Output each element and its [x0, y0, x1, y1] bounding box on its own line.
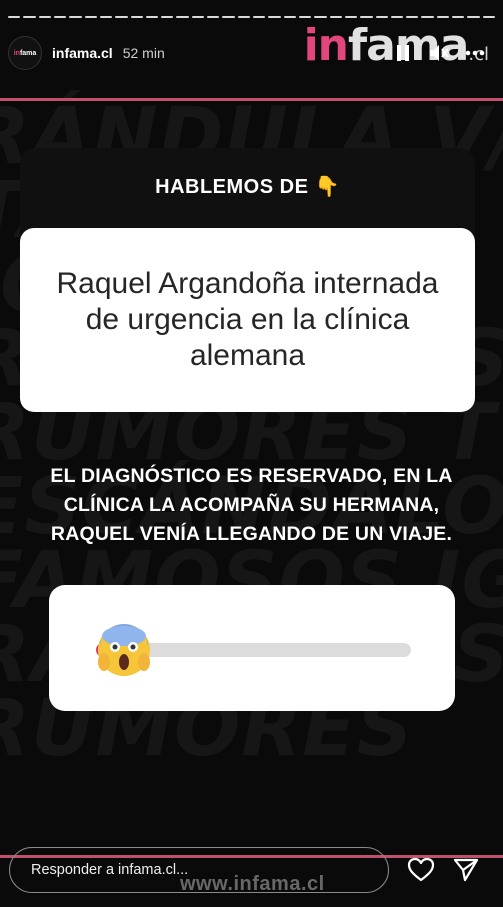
- progress-segment: [314, 16, 327, 18]
- mute-icon[interactable]: [429, 43, 449, 63]
- progress-segment: [53, 16, 67, 18]
- progress-segment: [176, 16, 189, 18]
- progress-segment: [298, 16, 312, 18]
- more-icon[interactable]: [465, 43, 485, 63]
- top-divider: [0, 98, 503, 101]
- post-time: 52 min: [122, 45, 165, 61]
- progress-segment: [344, 16, 358, 18]
- emoji-slider-thumb[interactable]: 😱: [96, 622, 152, 678]
- progress-segment: [99, 16, 113, 18]
- progress-segment: [452, 16, 465, 18]
- progress-segment: [360, 16, 373, 18]
- progress-segment: [207, 16, 220, 18]
- progress-segment: [8, 16, 21, 18]
- emoji-slider-card: 😱: [49, 585, 455, 711]
- avatar[interactable]: in fama: [8, 36, 42, 70]
- question-card-text: Raquel Argandoña internada de urgencia e…: [56, 267, 439, 372]
- story-caption: EL DIAGNÓSTICO ES RESERVADO, EN LA CLÍNI…: [50, 465, 453, 545]
- website-watermark: www.infama.cl: [180, 873, 325, 895]
- progress-segment: [253, 16, 266, 18]
- progress-segment: [375, 16, 388, 18]
- username[interactable]: infama.cl: [52, 45, 113, 61]
- progress-segment: [222, 16, 235, 18]
- question-card-body[interactable]: Raquel Argandoña internada de urgencia e…: [20, 228, 475, 412]
- progress-segment: [467, 16, 480, 18]
- heart-icon[interactable]: [407, 856, 435, 884]
- progress-segment: [482, 16, 495, 18]
- progress-segment: [421, 16, 434, 18]
- progress-segment: [268, 16, 281, 18]
- progress-segment: [191, 16, 205, 18]
- question-card-header: HABLEMOS DE 👇: [20, 148, 475, 238]
- header-controls: [393, 43, 495, 63]
- progress-segment: [38, 16, 51, 18]
- progress-segment: [436, 16, 450, 18]
- progress-segment: [84, 16, 97, 18]
- progress-segment: [115, 16, 128, 18]
- progress-segment: [283, 16, 296, 18]
- pause-icon[interactable]: [393, 43, 413, 63]
- progress-segment: [237, 16, 250, 18]
- progress-segment: [69, 16, 82, 18]
- progress-segment: [130, 16, 143, 18]
- progress-segment: [390, 16, 404, 18]
- question-card-title: HABLEMOS DE 👇: [155, 176, 340, 198]
- progress-segment: [161, 16, 174, 18]
- reply-placeholder: Responder a infama.cl...: [31, 862, 189, 878]
- progress-segment: [406, 16, 419, 18]
- story-header: in fama infama.cl 52 min: [8, 32, 495, 74]
- send-icon[interactable]: [452, 856, 480, 884]
- progress-segment: [145, 16, 159, 18]
- story-viewer[interactable]: RÁNDULA V/RTA EXCLIOSRAL EXCLUSIVRUMORES…: [0, 0, 503, 907]
- progress-segment: [23, 16, 36, 18]
- progress-segment: [329, 16, 342, 18]
- story-progress-bar: [8, 16, 495, 19]
